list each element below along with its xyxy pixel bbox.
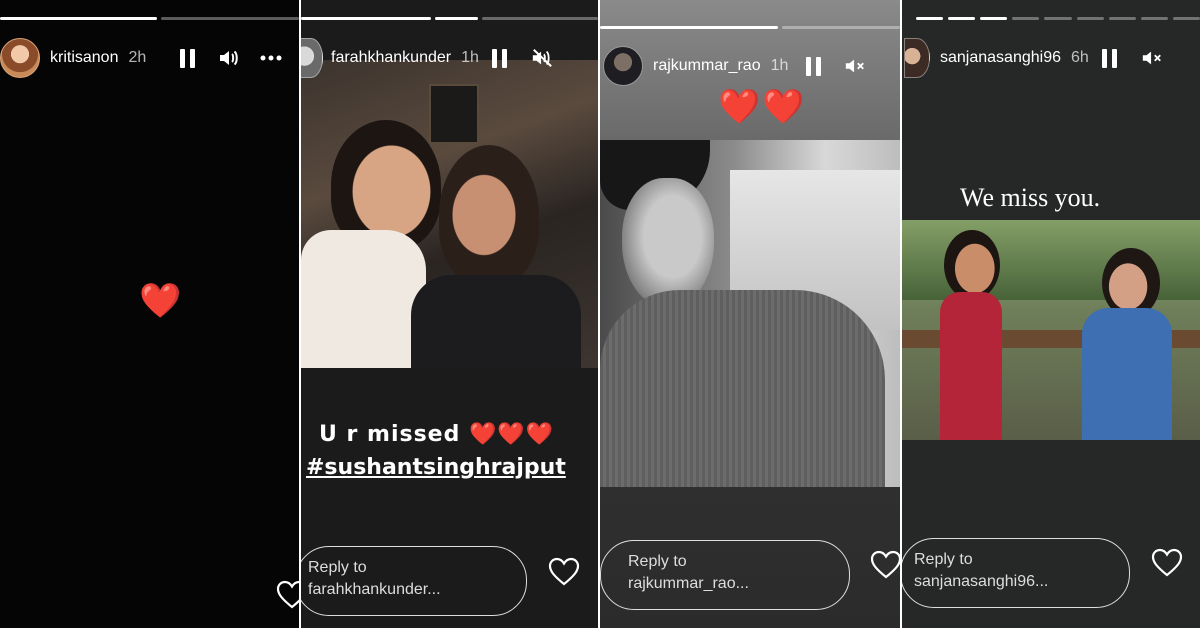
story-caption: We miss you. <box>960 183 1101 212</box>
progress-segment <box>301 17 432 20</box>
reply-prefix: Reply to <box>628 553 687 570</box>
progress-segment <box>600 26 778 29</box>
progress-segment <box>781 26 900 29</box>
reply-target: sanjanasanghi96... <box>914 573 1049 590</box>
story-time: 6h <box>1071 49 1089 66</box>
story-time: 2h <box>128 49 147 66</box>
progress-segment <box>1108 17 1136 20</box>
pause-icon[interactable] <box>802 55 824 77</box>
photo-denim-jacket <box>1082 308 1172 440</box>
story-header: kritisanon 2h <box>0 36 299 80</box>
story-time: 1h <box>770 57 789 74</box>
story-progress-bar <box>916 17 1200 20</box>
heart-outline-icon[interactable] <box>276 580 299 610</box>
avatar[interactable] <box>0 38 40 78</box>
pause-icon[interactable] <box>489 47 511 69</box>
avatar[interactable] <box>904 38 930 78</box>
story-panel-kritisanon[interactable]: kritisanon 2h ❤️ <box>0 0 299 628</box>
pause-icon[interactable] <box>1099 47 1121 69</box>
caption-hashtag[interactable]: #sushantsinghrajput <box>306 455 566 480</box>
photo-person-man <box>944 230 1000 300</box>
progress-segment <box>161 17 299 20</box>
progress-segment <box>916 17 944 20</box>
heart-outline-icon[interactable] <box>548 557 580 587</box>
story-progress-bar <box>301 17 598 20</box>
pause-icon[interactable] <box>176 47 198 69</box>
reply-target: rajkummar_rao... <box>628 575 749 592</box>
progress-segment <box>1140 17 1168 20</box>
reply-input[interactable]: Reply to sanjanasanghi96... <box>902 538 1130 608</box>
progress-segment <box>948 17 976 20</box>
mute-icon[interactable] <box>531 47 553 69</box>
avatar[interactable] <box>301 38 323 78</box>
photo-person-woman <box>439 145 539 285</box>
progress-segment <box>1044 17 1072 20</box>
story-heart-emoji: ❤️ <box>139 282 182 320</box>
photo-frame <box>429 84 479 144</box>
avatar[interactable] <box>603 46 643 86</box>
volume-icon[interactable] <box>218 47 240 69</box>
reply-prefix: Reply to <box>914 551 973 568</box>
progress-segment <box>0 17 158 20</box>
photo-top <box>411 275 581 368</box>
story-hearts: ❤️❤️ <box>718 88 807 126</box>
story-time: 1h <box>461 49 479 66</box>
story-photo <box>600 140 900 487</box>
story-panel-rajkummar_rao[interactable]: rajkummar_rao 1h ❤️❤️ Reply to rajkummar… <box>600 0 900 628</box>
story-header: sanjanasanghi96 6h <box>902 36 1200 80</box>
story-username[interactable]: kritisanon <box>50 49 118 67</box>
photo-sweater <box>600 290 885 487</box>
progress-segment <box>1172 17 1200 20</box>
story-photo <box>301 60 598 368</box>
story-panel-sanjanasanghi96[interactable]: sanjanasanghi96 6h We miss you. Reply to… <box>902 0 1200 628</box>
progress-segment <box>435 17 479 20</box>
photo-face <box>622 178 714 308</box>
heart-outline-icon[interactable] <box>870 550 900 580</box>
story-photo <box>902 220 1200 440</box>
more-icon[interactable] <box>260 47 282 69</box>
reply-target: farahkhankunder... <box>308 581 441 598</box>
progress-segment <box>1076 17 1104 20</box>
mute-icon[interactable] <box>1141 47 1163 69</box>
story-header: rajkummar_rao 1h <box>600 44 900 88</box>
caption-line: U r missed ❤️❤️❤️ <box>319 422 555 447</box>
reply-input[interactable]: Reply to farahkhankunder... <box>301 546 527 616</box>
story-username[interactable]: sanjanasanghi96 <box>940 49 1061 67</box>
photo-red-shirt <box>940 292 1002 440</box>
reply-prefix: Reply to <box>308 559 367 576</box>
story-progress-bar <box>0 17 299 20</box>
progress-segment <box>1012 17 1040 20</box>
story-header: farahkhankunder 1h <box>301 36 598 80</box>
photo-shirt <box>301 230 426 368</box>
progress-segment <box>482 17 598 20</box>
progress-segment <box>980 17 1008 20</box>
heart-outline-icon[interactable] <box>1151 548 1183 578</box>
story-progress-bar <box>600 26 900 29</box>
story-username[interactable]: farahkhankunder <box>331 49 451 67</box>
story-panel-farahkhankunder[interactable]: farahkhankunder 1h U r missed ❤️❤️❤️ #su… <box>301 0 598 628</box>
mute-icon[interactable] <box>844 55 866 77</box>
reply-input[interactable]: Reply to rajkummar_rao... <box>600 540 850 610</box>
story-username[interactable]: rajkummar_rao <box>653 57 761 75</box>
